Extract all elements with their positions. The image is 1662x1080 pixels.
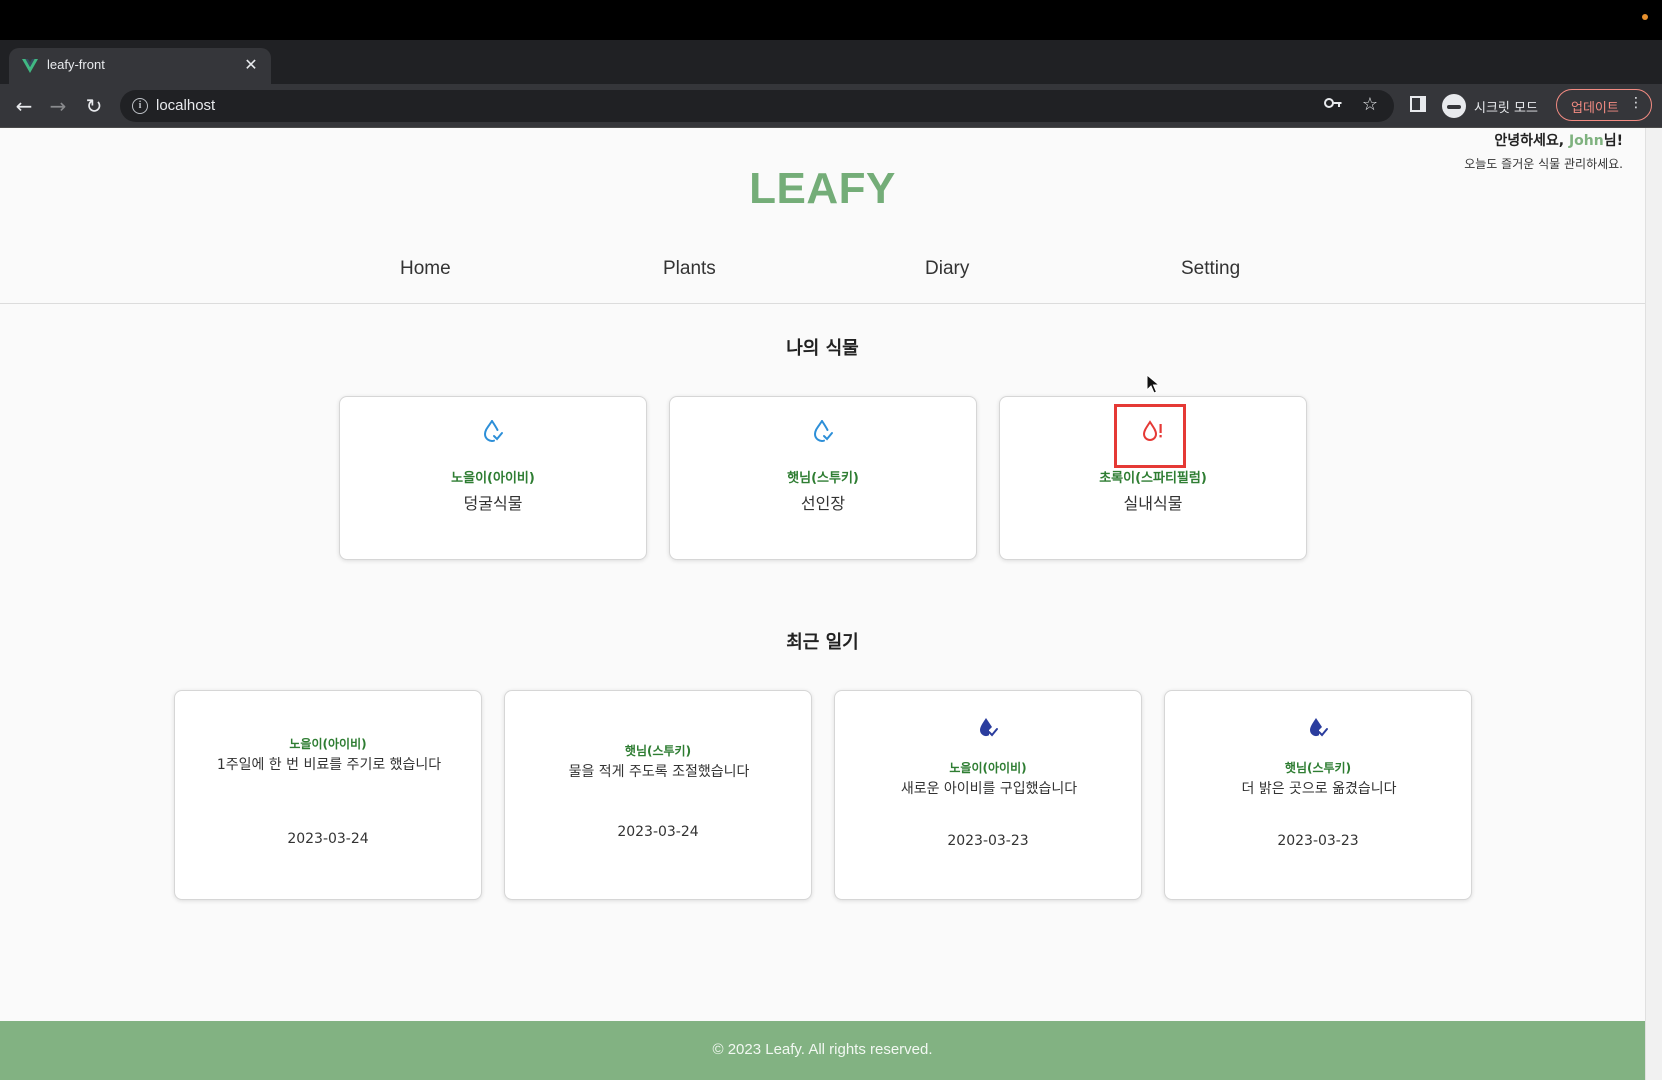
plants-section-title: 나의 식물 [786, 338, 859, 359]
user-name: John [1568, 133, 1604, 149]
diary-content: 물을 적게 주도록 조절했습니다 [568, 764, 750, 780]
address-bar[interactable]: i localhost ☆ [120, 90, 1394, 122]
diary-nickname: 햇님(스투키) [1284, 761, 1352, 775]
browser-tab-active[interactable]: leafy-front ✕ [9, 48, 271, 84]
nav-home[interactable]: Home [400, 258, 451, 280]
system-top-bar [0, 0, 1662, 40]
diary-date: 2023-03-23 [947, 833, 1029, 849]
incognito-label: 시크릿 모드 [1474, 101, 1538, 116]
water-drop-filled-icon [835, 715, 1141, 739]
highlight-box [1114, 404, 1186, 468]
url-text[interactable]: localhost [156, 97, 215, 114]
diary-nickname: 노을이(아이비) [949, 761, 1027, 775]
update-label: 업데이트 [1571, 101, 1619, 116]
plant-species: 덩굴식물 [463, 494, 523, 513]
password-key-icon[interactable] [1324, 97, 1342, 113]
plant-card[interactable]: 노을이(아이비) 덩굴식물 [339, 396, 647, 560]
main-nav: Home Plants Diary Setting [0, 248, 1645, 304]
diary-card[interactable]: 노을이(아이비) 새로운 아이비를 구입했습니다 2023-03-23 [834, 690, 1142, 900]
plant-card[interactable]: 햇님(스투키) 선인장 [669, 396, 977, 560]
greeting-suffix: 님! [1603, 133, 1623, 149]
plant-species: 실내식물 [1123, 494, 1183, 513]
plant-nickname: 노을이(아이비) [451, 471, 535, 486]
browser-tab-strip: leafy-front ✕ + ⌄ [0, 40, 1662, 113]
footer-copyright: © 2023 Leafy. All rights reserved. [712, 1041, 933, 1058]
diary-content: 새로운 아이비를 구입했습니다 [900, 781, 1078, 797]
diary-content: 더 밝은 곳으로 옮겼습니다 [1241, 781, 1397, 797]
update-button[interactable]: 업데이트 ⋮ [1556, 89, 1652, 121]
recording-indicator-icon [1642, 14, 1648, 20]
diary-card[interactable]: 햇님(스투키) 더 밝은 곳으로 옮겼습니다 2023-03-23 [1164, 690, 1472, 900]
plant-species: 선인장 [800, 494, 846, 513]
water-drop-check-icon [670, 419, 976, 443]
greeting-prefix: 안녕하세요, [1494, 133, 1569, 149]
diary-nickname: 노을이(아이비) [289, 737, 367, 751]
diary-date: 2023-03-24 [617, 824, 699, 840]
site-logo[interactable]: LEAFY [0, 164, 1645, 214]
nav-setting[interactable]: Setting [1181, 258, 1240, 280]
forward-button[interactable]: → [46, 94, 70, 118]
diary-card[interactable]: 햇님(스투키) 물을 적게 주도록 조절했습니다 2023-03-24 [504, 690, 812, 900]
diary-section-title: 최근 일기 [786, 632, 859, 653]
water-drop-filled-icon [1165, 715, 1471, 739]
back-button[interactable]: ← [12, 94, 36, 118]
browser-toolbar: ← → ↻ i localhost ☆ 시크릿 모드 업데이트 ⋮ [0, 84, 1662, 128]
water-drop-check-icon [340, 419, 646, 443]
diary-date: 2023-03-23 [1277, 833, 1359, 849]
diary-date: 2023-03-24 [287, 831, 369, 847]
greeting-line: 안녕하세요, John님! [1464, 130, 1623, 150]
site-info-icon[interactable]: i [132, 98, 148, 114]
diary-card[interactable]: 노을이(아이비) 1주일에 한 번 비료를 주기로 했습니다 2023-03-2… [174, 690, 482, 900]
nav-diary[interactable]: Diary [925, 258, 969, 280]
plant-nickname: 초록이(스파티필럼) [1099, 471, 1207, 486]
tab-title: leafy-front [47, 57, 105, 72]
side-panel-icon[interactable] [1410, 96, 1426, 112]
plant-nickname: 햇님(스투키) [787, 471, 859, 486]
site-footer: © 2023 Leafy. All rights reserved. [0, 1021, 1645, 1080]
nav-plants[interactable]: Plants [663, 258, 716, 280]
bookmark-star-icon[interactable]: ☆ [1362, 94, 1378, 115]
tab-close-icon[interactable]: ✕ [241, 55, 261, 75]
vue-logo-icon [22, 59, 38, 73]
key-icon [1324, 98, 1342, 108]
page-content: 안녕하세요, John님! 오늘도 즐거운 식물 관리하세요. LEAFY Ho… [0, 128, 1645, 1080]
diary-nickname: 햇님(스투키) [624, 744, 692, 758]
incognito-icon [1442, 94, 1466, 118]
page-scrollbar[interactable] [1645, 128, 1662, 1080]
mouse-cursor-icon [1146, 374, 1160, 394]
more-menu-icon[interactable]: ⋮ [1629, 95, 1643, 111]
diary-content: 1주일에 한 번 비료를 주기로 했습니다 [216, 757, 442, 773]
reload-button[interactable]: ↻ [82, 94, 106, 118]
